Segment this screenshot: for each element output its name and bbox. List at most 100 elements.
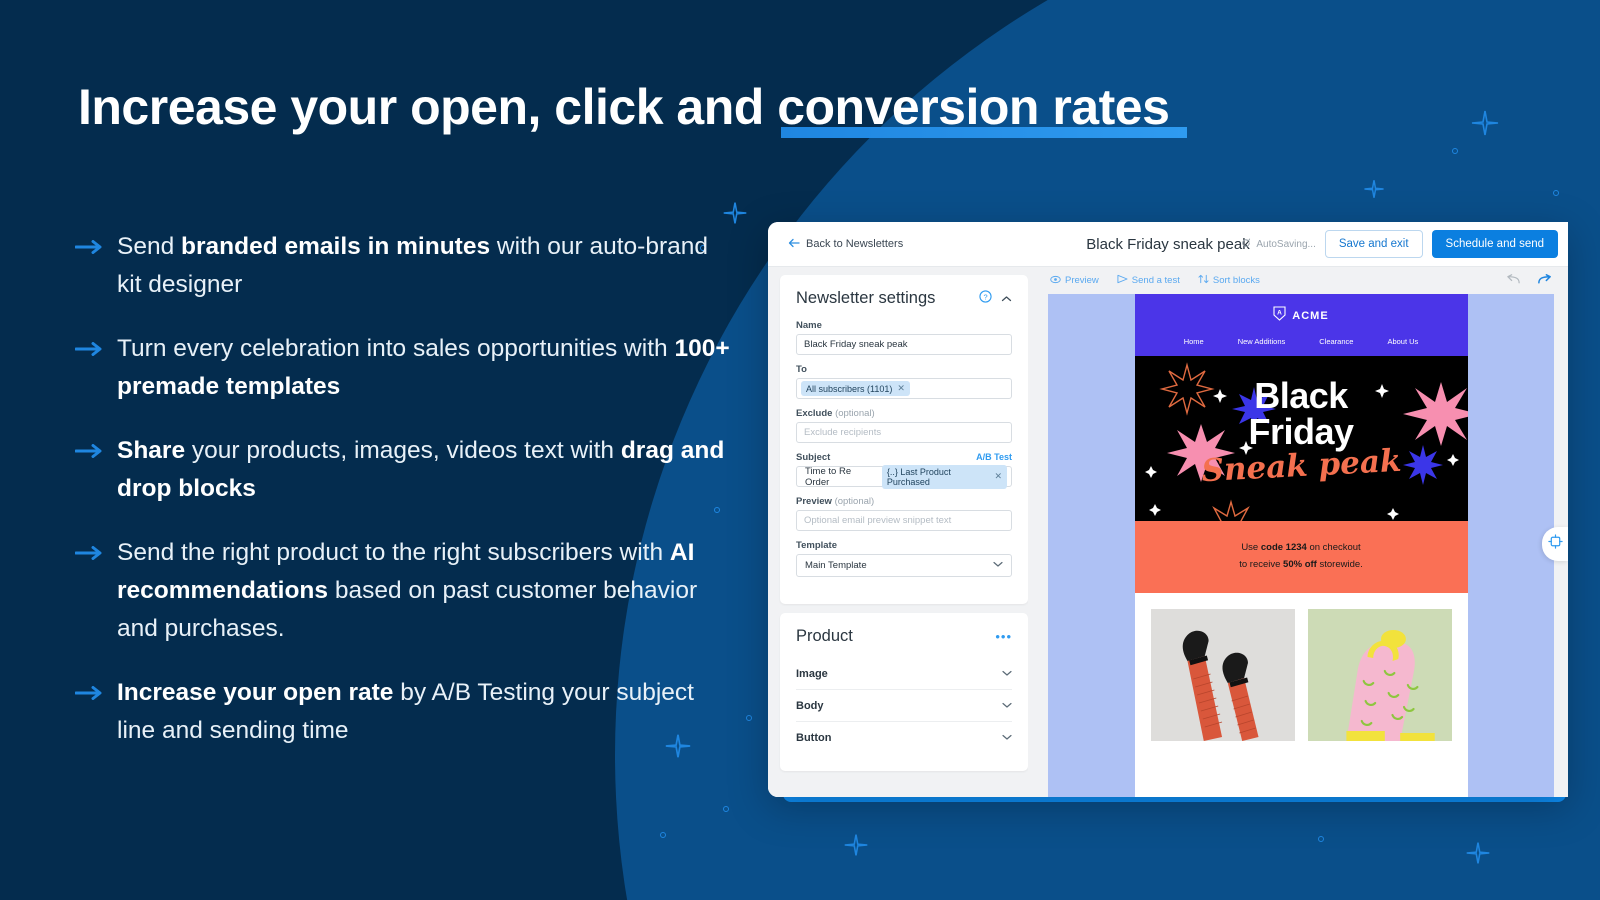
promo-line2-post: storewide. [1316,559,1363,570]
chevron-down-icon [1002,669,1012,680]
decor-dot [746,715,752,721]
arrow-right-icon [74,342,105,406]
email-nav-clearance[interactable]: Clearance [1319,337,1353,346]
subject-field-group: Subject A/B Test Time to Re Order {..} L… [796,452,1012,489]
chevron-up-icon[interactable] [1001,290,1012,308]
save-and-exit-button[interactable]: Save and exit [1324,230,1423,258]
sparkle-icon [1364,180,1384,198]
list-item-text: Send branded emails in minutes with our … [117,228,735,304]
email-preview[interactable]: A ACME Home New Additions Clearance Abou… [1134,294,1468,797]
remove-chip-icon[interactable]: ✕ [897,383,905,394]
to-input[interactable]: All subscribers (1101) ✕ [796,378,1012,399]
decor-dot [1553,190,1559,196]
preview-label-text: Preview [796,496,832,507]
arrow-left-icon [788,238,800,251]
orange-socks-black-shoes-photo[interactable] [1150,609,1295,741]
send-a-test-button[interactable]: Send a test [1117,274,1180,287]
settings-card-title: Newsletter settings [796,289,936,307]
product-row-button[interactable]: Button [796,722,1012,753]
more-horizontal-icon[interactable]: ••• [995,629,1012,644]
product-card-title: Product [796,627,853,645]
preview-button[interactable]: Preview [1050,275,1099,287]
template-field-group: Template Main Template [796,540,1012,577]
product-photo-2-art [1307,609,1452,741]
email-products-block[interactable] [1135,593,1468,741]
seg-bold: Share [117,437,186,464]
recipient-chip-label: All subscribers (1101) [806,383,893,394]
email-hero-block[interactable]: Black Friday Sneak peak [1134,356,1468,521]
headline-bold-click: click [554,79,664,135]
back-to-newsletters-link[interactable]: Back to Newsletters [788,238,903,251]
promo-line-1: Use code 1234 on checkout [1135,539,1468,556]
settings-sliders-tab[interactable] [1542,527,1568,561]
email-canvas: A ACME Home New Additions Clearance Abou… [1048,294,1554,797]
exclude-label: Exclude (optional) [796,408,1012,419]
chevron-down-icon [1002,701,1012,712]
list-item-text: Turn every celebration into sales opport… [117,330,735,406]
sparkle-icon [844,834,868,856]
send-a-test-label: Send a test [1131,275,1180,286]
autosave-label: AutoSaving... [1256,238,1316,250]
seg-bold: Increase your open rate [117,679,394,706]
email-nav-new-additions[interactable]: New Additions [1238,337,1286,346]
remove-token-icon[interactable]: ✕ [994,471,1002,482]
promo-line-2: to receive 50% off storewide. [1135,556,1468,573]
arrow-right-icon [74,444,105,508]
to-field-group: To All subscribers (1101) ✕ [796,364,1012,399]
email-nav-about-us[interactable]: About Us [1387,337,1418,346]
sort-blocks-button[interactable]: Sort blocks [1198,274,1260,287]
arrow-right-icon [74,546,105,648]
product-row-body[interactable]: Body [796,690,1012,722]
settings-sliders-icon [1547,534,1563,554]
email-logo: A ACME [1135,306,1468,326]
email-promo-block[interactable]: Use code 1234 on checkout to receive 50%… [1134,521,1468,593]
email-header-block[interactable]: A ACME Home New Additions Clearance Abou… [1134,294,1468,356]
template-label: Template [796,540,838,551]
product-row-image[interactable]: Image [796,658,1012,690]
name-field-group: Name Black Friday sneak peak [796,320,1012,355]
name-label: Name [796,320,822,331]
email-nav: Home New Additions Clearance About Us [1135,337,1468,346]
headline-bold-open: open [410,79,528,135]
help-circle-icon[interactable]: ? [979,289,992,308]
template-select[interactable]: Main Template [796,554,1012,577]
sort-icon [1198,274,1209,287]
preview-input[interactable]: Optional email preview snippet text [796,510,1012,531]
promo-line1-post: on checkout [1306,542,1361,553]
subject-token-label: {..} Last Product Purchased [886,466,951,487]
name-input[interactable]: Black Friday sneak peak [796,334,1012,355]
pink-banana-socks-photo[interactable] [1307,609,1452,741]
preview-toolbar: Preview Send a test Sort blocks [1028,267,1568,294]
seg-bold: branded emails in minutes [181,233,491,260]
history-controls [1506,273,1552,288]
svg-text:?: ? [983,292,987,301]
schedule-and-send-button[interactable]: Schedule and send [1431,230,1558,258]
recipient-chip[interactable]: All subscribers (1101) ✕ [801,381,910,396]
exclude-input[interactable]: Exclude recipients [796,422,1012,443]
settings-column: Newsletter settings ? Name Black Friday … [768,267,1028,797]
subject-input[interactable]: Time to Re Order {..} Last Product Purch… [796,464,1012,489]
subject-merge-token-chip[interactable]: {..} Last Product Purchased ✕ [881,464,1007,489]
list-item-text: Share your products, images, videos text… [117,432,735,508]
decor-dot [1318,836,1324,842]
preview-column: Preview Send a test Sort blocks A ACME H… [1028,267,1568,797]
undo-arrow-icon[interactable] [1506,273,1521,288]
seg: Send [117,233,182,260]
headline-part-1: Increase your [78,79,411,135]
arrow-right-icon [74,240,105,304]
settings-card-controls: ? [979,289,1012,308]
promo-discount: 50% off [1283,559,1317,570]
subject-text: Time to Re Order [805,465,852,488]
headline-comma: , [527,79,555,135]
exclude-field-group: Exclude (optional) Exclude recipients [796,408,1012,443]
email-nav-home[interactable]: Home [1184,337,1204,346]
redo-arrow-icon[interactable] [1537,273,1552,288]
arrow-right-icon [74,686,105,750]
autosave-status: AutoSaving... [1241,238,1316,251]
sparkle-icon [1466,842,1490,864]
svg-text:A: A [1277,310,1282,317]
sparkle-icon [1471,110,1499,136]
list-item: Send the right product to the right subs… [74,534,735,648]
preview-label: Preview (optional) [796,496,1012,507]
ab-test-link[interactable]: A/B Test [976,452,1012,462]
